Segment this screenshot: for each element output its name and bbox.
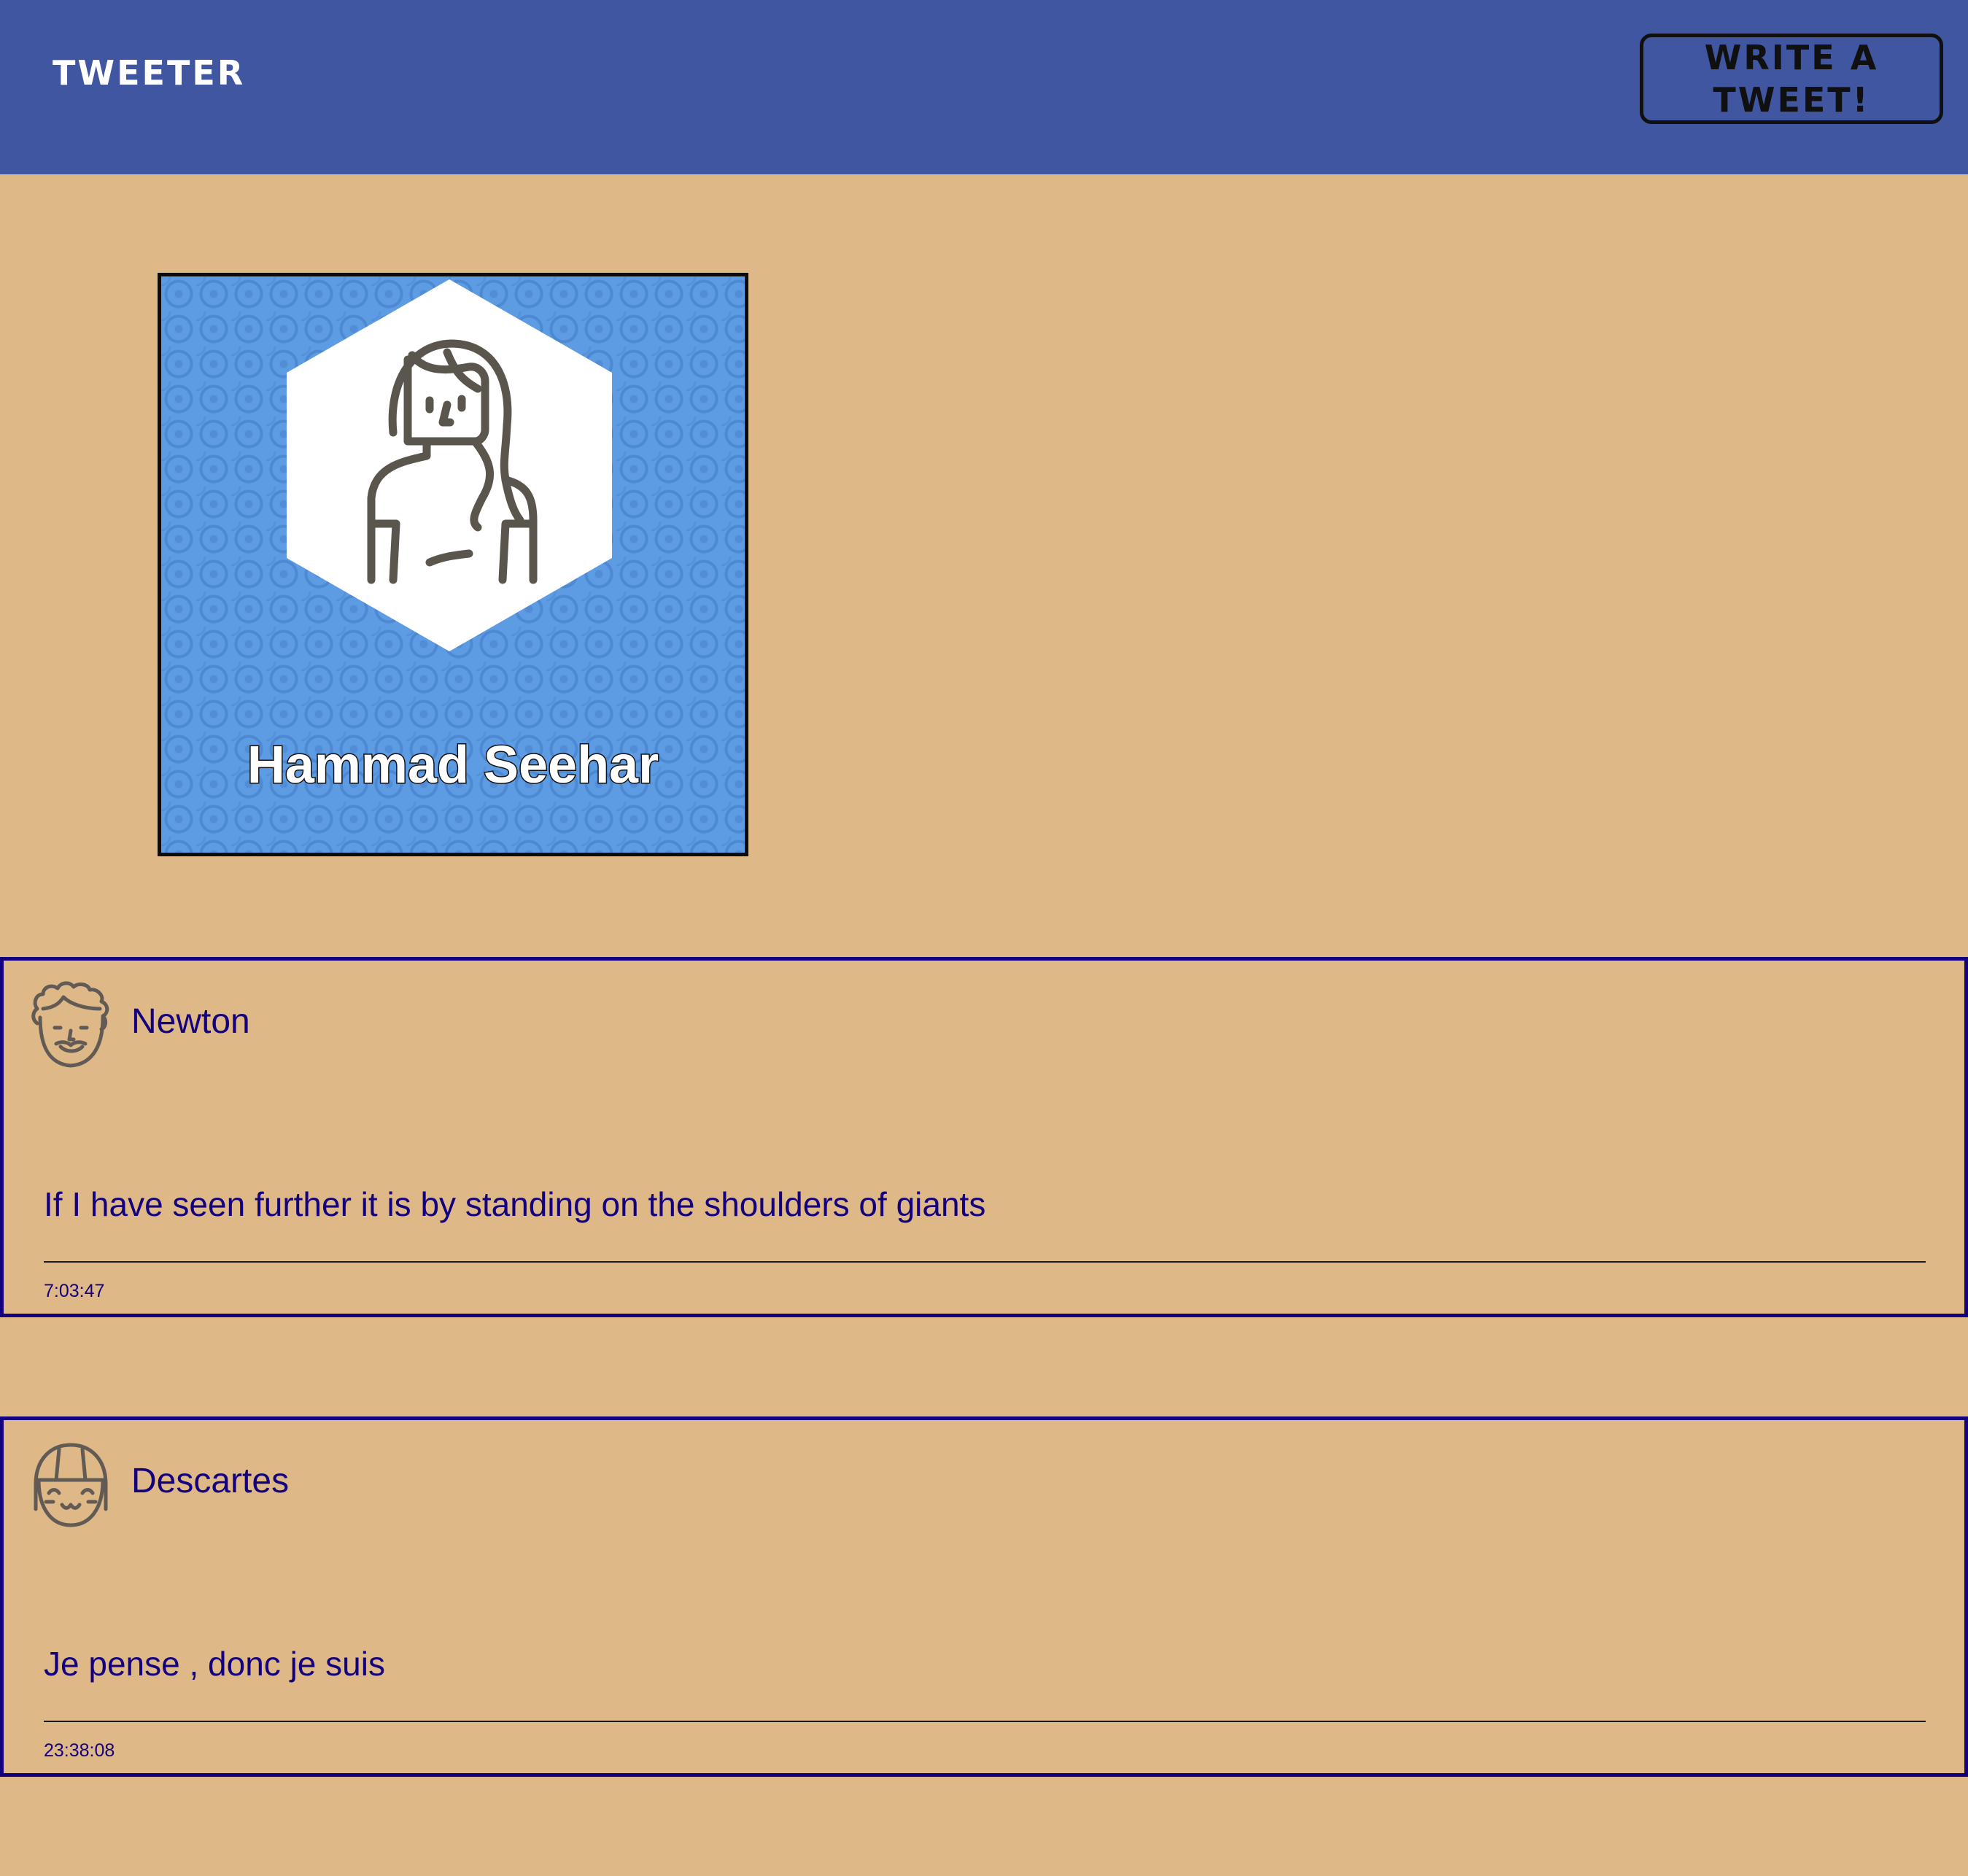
brand-logo[interactable]: Tweeter xyxy=(53,50,245,96)
profile-card: Hammad Seehar xyxy=(158,273,748,856)
tweet-author-name[interactable]: Descartes xyxy=(131,1461,289,1502)
profile-avatar xyxy=(287,279,612,651)
tweet-text: Je pense , donc je suis xyxy=(44,1645,385,1683)
bob-hair-smiling-face-icon xyxy=(34,1443,108,1527)
top-nav-bar: Tweeter Write a Tweet! xyxy=(0,0,1968,174)
tweet-card: Newton If I have seen further it is by s… xyxy=(0,957,1968,1317)
tweet-card: Descartes Je pense , donc je suis 23:38:… xyxy=(0,1416,1968,1777)
tweet-timestamp: 23:38:08 xyxy=(44,1740,115,1761)
woman-avatar-icon xyxy=(287,279,612,651)
tweet-author-name[interactable]: Newton xyxy=(131,1001,250,1042)
tweet-divider xyxy=(44,1721,1926,1722)
tweet-text: If I have seen further it is by standing… xyxy=(44,1185,986,1223)
tweet-avatar xyxy=(27,1439,115,1530)
write-tweet-button[interactable]: Write a Tweet! xyxy=(1640,34,1943,124)
tweet-divider xyxy=(44,1261,1926,1263)
tweet-timestamp: 7:03:47 xyxy=(44,1281,105,1301)
profile-name: Hammad Seehar xyxy=(246,735,659,796)
curly-hair-face-icon xyxy=(31,981,109,1068)
tweet-avatar xyxy=(27,980,115,1070)
